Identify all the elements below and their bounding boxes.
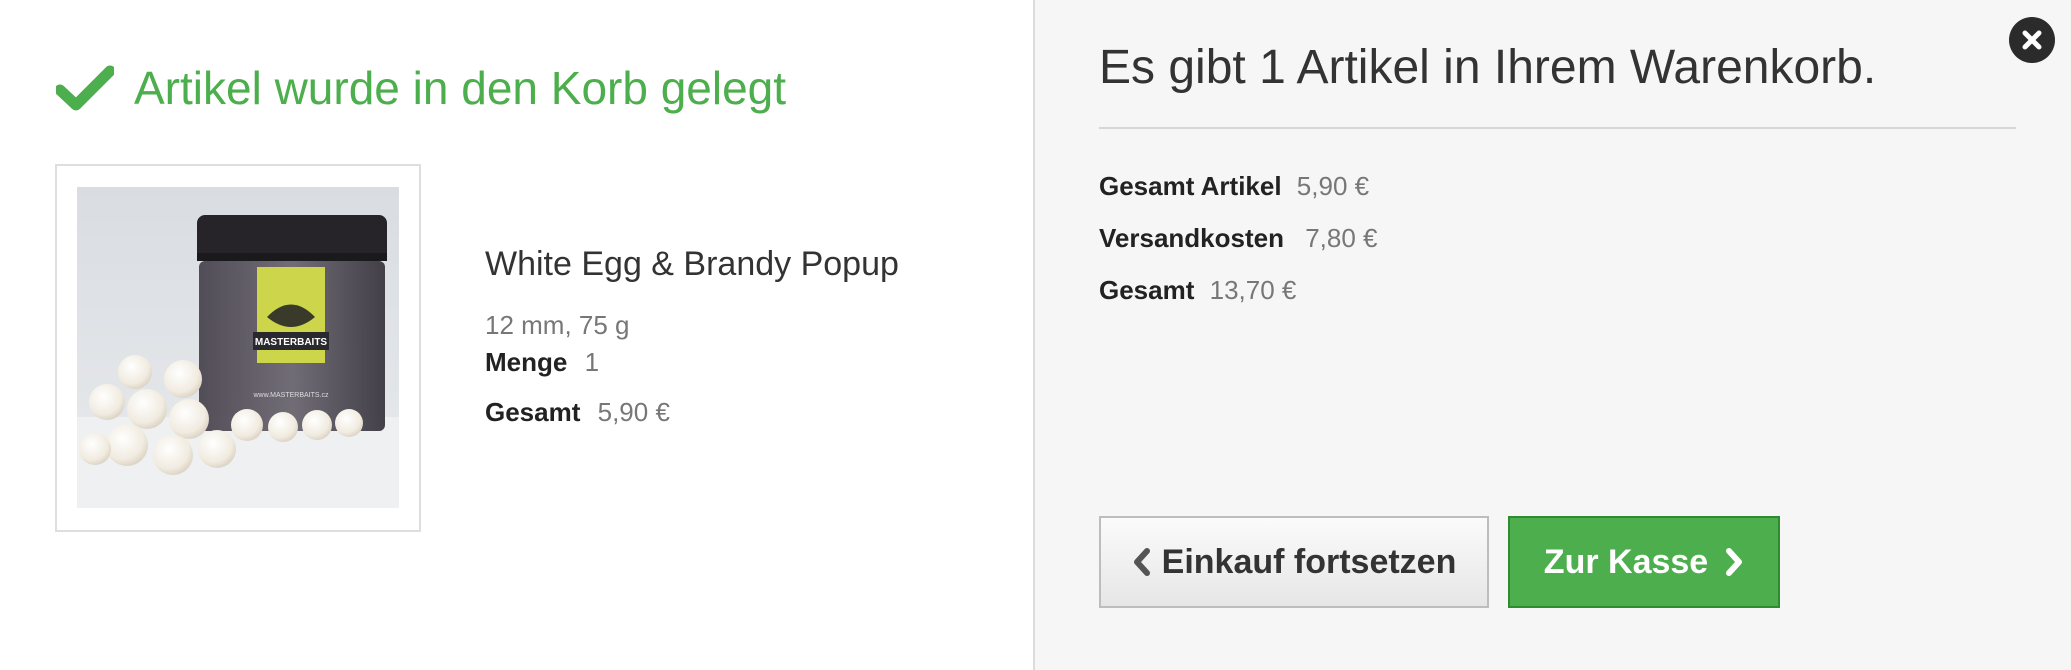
product-quantity: Menge 1	[485, 342, 1005, 382]
product-total-value: 5,90 €	[597, 397, 670, 427]
added-confirmation: Artikel wurde in den Korb gelegt	[56, 58, 786, 118]
product-info: White Egg & Brandy Popup 12 mm, 75 g Men…	[485, 242, 1005, 432]
svg-text:MASTERBAITS: MASTERBAITS	[255, 337, 328, 348]
summary-shipping-row: Versandkosten 7,80 €	[1099, 212, 1378, 264]
summary-items-row: Gesamt Artikel 5,90 €	[1099, 160, 1378, 212]
svg-text:www.MASTERBAITS.cz: www.MASTERBAITS.cz	[252, 392, 329, 399]
checkout-label: Zur Kasse	[1543, 542, 1709, 581]
chevron-right-icon	[1726, 548, 1743, 576]
cart-title: Es gibt 1 Artikel in Ihrem Warenkorb.	[1099, 41, 1877, 94]
shipping-value: 7,80 €	[1305, 223, 1378, 253]
add-to-cart-modal: Artikel wurde in den Korb gelegt MASTERB…	[0, 0, 2071, 670]
product-total-label: Gesamt	[485, 397, 581, 427]
items-total-value: 5,90 €	[1296, 171, 1370, 201]
quantity-value: 1	[584, 347, 600, 377]
continue-shopping-button[interactable]: Einkauf fortsetzen	[1099, 516, 1489, 608]
summary-total-row: Gesamt 13,70 €	[1099, 264, 1378, 316]
cart-summary: Gesamt Artikel 5,90 € Versandkosten 7,80…	[1099, 160, 1378, 316]
added-title: Artikel wurde in den Korb gelegt	[134, 62, 787, 114]
close-icon	[2022, 30, 2042, 50]
checkout-button[interactable]: Zur Kasse	[1508, 516, 1780, 608]
shipping-label: Versandkosten	[1099, 223, 1284, 253]
close-button[interactable]	[2009, 17, 2055, 63]
divider	[1099, 127, 2016, 129]
product-image: MASTERBAITS www.MASTERBAITS.cz	[77, 187, 399, 508]
product-name: White Egg & Brandy Popup	[485, 245, 899, 283]
product-image-frame: MASTERBAITS www.MASTERBAITS.cz	[55, 164, 421, 532]
continue-shopping-label: Einkauf fortsetzen	[1161, 542, 1457, 581]
product-variant: 12 mm, 75 g	[485, 310, 630, 340]
added-product-pane: Artikel wurde in den Korb gelegt MASTERB…	[0, 0, 1035, 670]
product-total: Gesamt 5,90 €	[485, 392, 1005, 432]
check-icon	[56, 65, 114, 111]
chevron-left-icon	[1133, 548, 1150, 576]
cart-summary-pane: Es gibt 1 Artikel in Ihrem Warenkorb. Ge…	[1035, 0, 2071, 670]
grand-total-label: Gesamt	[1099, 275, 1195, 305]
items-total-label: Gesamt Artikel	[1099, 171, 1282, 201]
quantity-label: Menge	[485, 347, 568, 377]
grand-total-value: 13,70 €	[1209, 275, 1297, 305]
